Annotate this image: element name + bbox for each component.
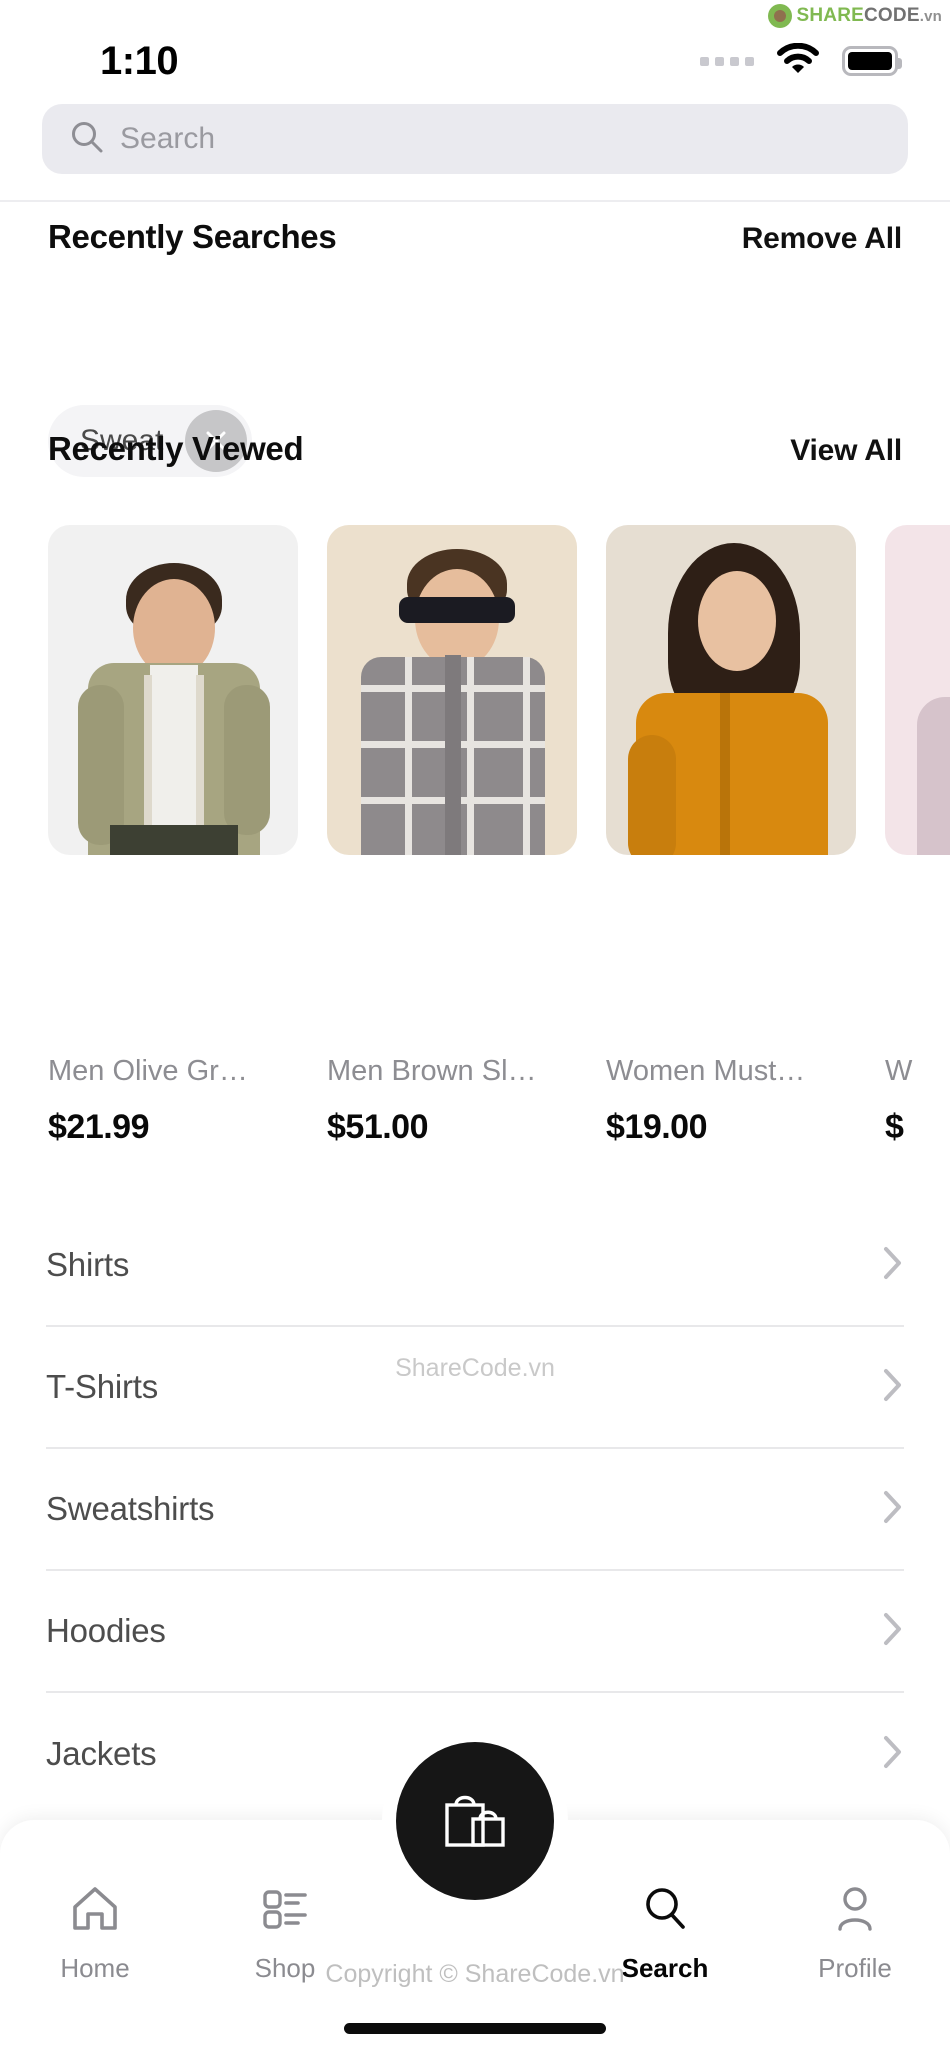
- nav-label-profile: Profile: [818, 1953, 892, 1983]
- list-icon: [259, 1884, 311, 1939]
- category-label: Sweatshirts: [46, 1490, 215, 1527]
- product-card[interactable]: [327, 525, 577, 910]
- product-card[interactable]: [606, 525, 856, 910]
- category-row-t-shirts[interactable]: T-Shirts: [46, 1327, 904, 1449]
- recently-viewed-carousel[interactable]: [0, 525, 950, 910]
- chevron-right-icon: [882, 1245, 904, 1286]
- nav-item-search[interactable]: Search: [570, 1884, 760, 1984]
- product-image[interactable]: [606, 525, 856, 855]
- product-titles-row: Men Olive Gr… Men Brown Sl… Women Must… …: [0, 1055, 950, 1088]
- user-icon: [829, 1884, 881, 1939]
- battery-full-icon: [842, 46, 902, 76]
- logo-share-text: SHARE: [796, 5, 865, 26]
- home-icon: [69, 1884, 121, 1939]
- recently-viewed-title: Recently Viewed: [48, 430, 304, 467]
- bottom-nav-items: Home Shop Search Profile: [0, 1884, 950, 2014]
- search-input[interactable]: Search: [42, 104, 908, 174]
- product-price: $19.00: [606, 1108, 708, 1146]
- search-icon: [639, 1884, 691, 1939]
- category-row-shirts[interactable]: Shirts: [46, 1205, 904, 1327]
- signal-dots-icon: [700, 56, 754, 66]
- product-price: $21.99: [48, 1108, 150, 1146]
- product-image[interactable]: [48, 525, 298, 855]
- chevron-right-icon: [882, 1489, 904, 1530]
- product-price: $51.00: [327, 1108, 429, 1146]
- nav-label-shop: Shop: [254, 1953, 316, 1983]
- logo-code-text: CODE: [864, 5, 920, 26]
- remove-all-button[interactable]: Remove All: [742, 222, 902, 256]
- nav-item-profile[interactable]: Profile: [760, 1884, 950, 1984]
- product-title: Men Brown Sl…: [327, 1055, 537, 1087]
- search-bar-container: Search: [0, 104, 950, 202]
- product-prices-row: $21.99 $51.00 $19.00 $: [0, 1108, 950, 1147]
- category-row-hoodies[interactable]: Hoodies: [46, 1571, 904, 1693]
- product-title: W: [885, 1055, 913, 1087]
- product-card[interactable]: [48, 525, 298, 910]
- nav-label-search: Search: [621, 1953, 709, 1983]
- status-icons: [700, 42, 902, 80]
- nav-label-home: Home: [60, 1953, 130, 1983]
- recycle-icon: [767, 4, 792, 28]
- category-label: T-Shirts: [46, 1368, 159, 1405]
- product-card[interactable]: [885, 525, 950, 910]
- recently-viewed-header: Recently Viewed View All: [0, 430, 950, 468]
- status-bar: 1:10: [0, 28, 950, 94]
- category-row-sweatshirts[interactable]: Sweatshirts: [46, 1449, 904, 1571]
- category-label: Shirts: [46, 1246, 130, 1283]
- chevron-right-icon: [882, 1367, 904, 1408]
- chevron-right-icon: [882, 1734, 904, 1775]
- status-clock: 1:10: [100, 38, 179, 83]
- search-icon: [70, 120, 104, 159]
- recently-searches-header: Recently Searches Remove All: [0, 218, 950, 256]
- chevron-right-icon: [882, 1611, 904, 1652]
- product-title: Men Olive Gr…: [48, 1055, 248, 1087]
- search-placeholder: Search: [120, 122, 216, 155]
- product-image[interactable]: [327, 525, 577, 855]
- category-label: Jackets: [46, 1735, 157, 1772]
- nav-item-shop[interactable]: Shop: [190, 1884, 380, 1984]
- home-indicator: [344, 2023, 606, 2034]
- sharecode-watermark-logo: SHARECODE.vn: [767, 4, 943, 28]
- product-price: $: [885, 1108, 904, 1146]
- shopping-bags-icon: [435, 1779, 515, 1864]
- category-label: Hoodies: [46, 1612, 166, 1649]
- category-list: Shirts T-Shirts Sweatshirts Hoodies Jack…: [0, 1205, 950, 1815]
- cart-fab-button[interactable]: [396, 1742, 554, 1900]
- product-title: Women Must…: [606, 1055, 806, 1087]
- view-all-button[interactable]: View All: [790, 434, 902, 468]
- nav-item-home[interactable]: Home: [0, 1884, 190, 1984]
- recently-searches-title: Recently Searches: [48, 218, 337, 255]
- wifi-icon: [776, 42, 820, 80]
- logo-tld-text: .vn: [919, 8, 942, 25]
- product-image[interactable]: [885, 525, 950, 855]
